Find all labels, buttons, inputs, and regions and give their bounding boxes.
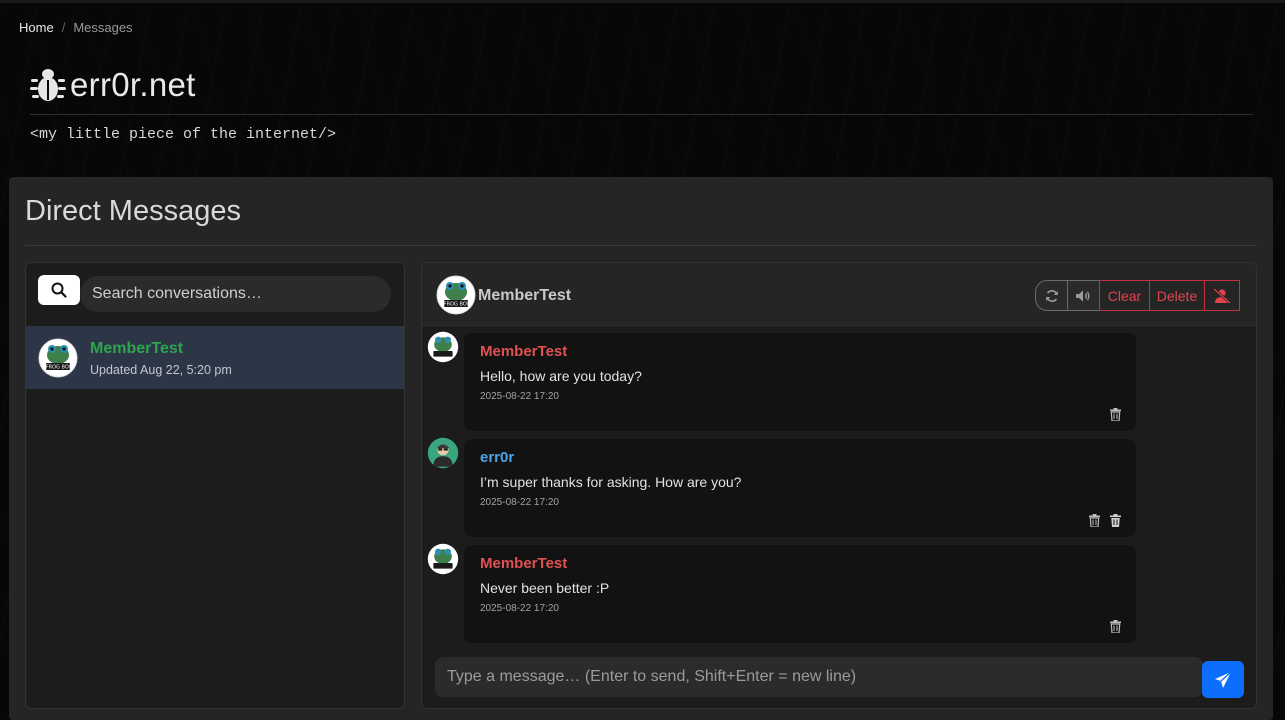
frog-boi-avatar: FROG BOI	[38, 338, 78, 378]
message-author: err0r	[480, 449, 515, 466]
frog-boi-avatar	[427, 543, 459, 575]
block-user-icon	[1213, 287, 1231, 304]
site-brand[interactable]: err0r.net	[30, 66, 196, 104]
trash-icon[interactable]	[1109, 408, 1122, 421]
chat-panel: FROG BOI MemberTest Clear Delete MemberT…	[421, 262, 1257, 709]
conversation-sidebar: FROG BOI MemberTest Updated Aug 22, 5:20…	[25, 262, 405, 709]
refresh-button[interactable]	[1035, 280, 1068, 311]
message-list: MemberTest Hello, how are you today? 202…	[422, 327, 1256, 647]
send-button[interactable]	[1202, 661, 1244, 698]
volume-icon	[1075, 290, 1089, 301]
trash-filled-icon[interactable]	[1109, 514, 1122, 527]
message-timestamp: 2025-08-22 17:20	[480, 391, 559, 402]
chat-recipient-name: MemberTest	[478, 287, 572, 304]
frog-boi-avatar: FROG BOI	[436, 275, 476, 315]
svg-text:FROG BOI: FROG BOI	[444, 302, 469, 308]
bug-icon	[30, 69, 66, 101]
trash-icon[interactable]	[1109, 620, 1122, 633]
delete-button[interactable]: Delete	[1149, 280, 1205, 311]
message-bubble: MemberTest Hello, how are you today? 202…	[464, 333, 1136, 431]
breadcrumb-home-link[interactable]: Home	[19, 20, 54, 35]
message-text: Never been better :P	[480, 580, 610, 596]
message-author: MemberTest	[480, 555, 568, 572]
message-text: I’m super thanks for asking. How are you…	[480, 474, 742, 490]
header-divider	[30, 114, 1253, 115]
message-composer	[422, 647, 1256, 708]
message-bubble: err0r I’m super thanks for asking. How a…	[464, 439, 1136, 537]
message-input[interactable]	[435, 657, 1203, 697]
svg-text:FROG BOI: FROG BOI	[46, 365, 71, 371]
top-strip	[0, 0, 1285, 3]
block-user-button[interactable]	[1204, 280, 1240, 311]
chat-header: FROG BOI MemberTest Clear Delete	[422, 263, 1256, 326]
conversation-updated-time: Updated Aug 22, 5:20 pm	[90, 363, 232, 377]
conversation-name: MemberTest	[90, 340, 184, 357]
breadcrumb: Home / Messages	[19, 20, 133, 35]
refresh-icon	[1045, 289, 1058, 302]
breadcrumb-separator: /	[61, 20, 66, 35]
trash-outline-icon[interactable]	[1088, 514, 1101, 527]
clear-button[interactable]: Clear	[1099, 280, 1150, 311]
message-timestamp: 2025-08-22 17:20	[480, 497, 559, 508]
messages-card: Direct Messages FROG BOI MemberTest Upda	[9, 177, 1273, 720]
search-conversations-input[interactable]	[80, 276, 391, 312]
search-button[interactable]	[38, 275, 80, 305]
paper-plane-icon	[1215, 670, 1232, 688]
frog-boi-avatar	[427, 331, 459, 363]
message-text: Hello, how are you today?	[480, 368, 642, 384]
site-tagline: <my little piece of the internet/>	[30, 126, 337, 143]
page-title: Direct Messages	[25, 195, 241, 227]
message-author: MemberTest	[480, 343, 568, 360]
message-bubble: MemberTest Never been better :P 2025-08-…	[464, 545, 1136, 643]
sound-toggle-button[interactable]	[1067, 280, 1100, 311]
conversation-item[interactable]: FROG BOI MemberTest Updated Aug 22, 5:20…	[26, 326, 404, 389]
chat-action-buttons: Clear Delete	[1035, 280, 1240, 311]
err0r-avatar	[427, 437, 459, 469]
message-timestamp: 2025-08-22 17:20	[480, 603, 559, 614]
site-title: err0r.net	[70, 66, 196, 103]
title-divider	[25, 245, 1257, 246]
search-icon	[51, 282, 67, 298]
breadcrumb-current: Messages	[73, 20, 133, 35]
